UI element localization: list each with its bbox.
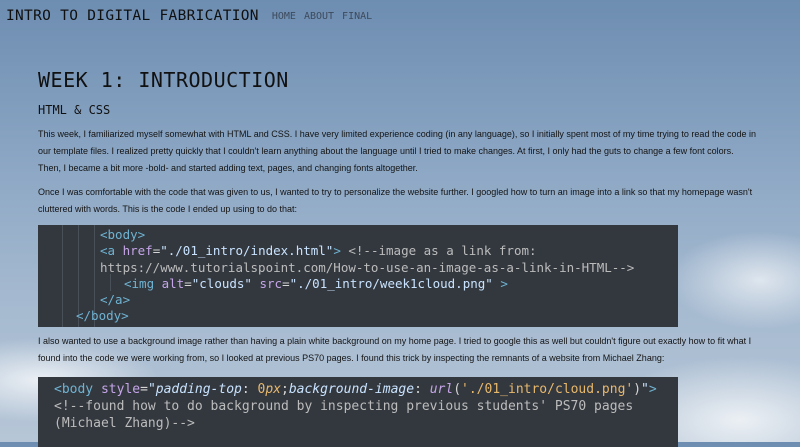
nav-link-final[interactable]: FINAL xyxy=(342,11,372,22)
code-line: <body> xyxy=(38,227,678,243)
nav-link-about[interactable]: ABOUT xyxy=(304,11,334,22)
code-token: background-image xyxy=(288,382,415,397)
code-token: = xyxy=(140,382,148,397)
code-comment: https://www.tutorialspoint.com/How-to-us… xyxy=(100,259,635,275)
code-token: " xyxy=(641,382,649,397)
code-token: <a xyxy=(100,243,116,259)
code-token: url xyxy=(429,382,454,397)
code-token: "clouds" xyxy=(191,275,252,291)
code-token: <body xyxy=(54,382,94,397)
code-token: px xyxy=(265,382,281,397)
code-comment: <!--image as a link from: xyxy=(340,243,537,259)
code-line: </a> xyxy=(38,292,678,308)
code-token: = xyxy=(282,275,290,291)
code-token: > xyxy=(492,275,508,291)
code-line: <!--found how to do background by inspec… xyxy=(54,398,678,415)
code-token: </a> xyxy=(100,292,131,308)
code-token: "./01_intro/index.html" xyxy=(160,243,334,259)
section-heading: HTML & CSS xyxy=(38,103,111,117)
site-title[interactable]: INTRO TO DIGITAL FABRICATION xyxy=(6,8,259,24)
paragraph-intro: This week, I familiarized myself somewha… xyxy=(38,129,756,173)
paragraph-image-link: Once I was comfortable with the code tha… xyxy=(38,187,753,214)
code-token: : xyxy=(241,382,258,397)
page-title: WEEK 1: INTRODUCTION xyxy=(38,68,289,92)
paragraph-background: I also wanted to use a background image … xyxy=(38,336,752,363)
code-token: "./01_intro/week1cloud.png" xyxy=(289,275,493,291)
code-token: ; xyxy=(281,382,289,397)
code-token: </body> xyxy=(76,308,129,324)
code-token: > xyxy=(648,382,657,397)
code-line: </body> xyxy=(38,308,678,324)
top-navigation-bar: INTRO TO DIGITAL FABRICATION HOME ABOUT … xyxy=(0,0,800,32)
code-token: = xyxy=(184,275,192,291)
code-line: <img alt="clouds" src="./01_intro/week1c… xyxy=(38,276,678,292)
code-token: <body> xyxy=(100,227,146,242)
code-block-image-link: <body> <a href="./01_intro/index.html"> … xyxy=(38,225,678,327)
code-line: <body style="padding-top: 0px;background… xyxy=(54,381,678,398)
code-block-background: <body style="padding-top: 0px;background… xyxy=(38,377,678,447)
code-token: style xyxy=(93,382,141,397)
nav-link-home[interactable]: HOME xyxy=(272,11,296,22)
code-token: ( xyxy=(453,382,462,397)
code-token: alt xyxy=(154,275,185,291)
code-token: src xyxy=(251,275,283,291)
code-token: ) xyxy=(633,382,642,397)
code-line: (Michael Zhang)--> xyxy=(54,415,678,432)
code-token: " xyxy=(147,382,156,397)
code-line: <a href="./01_intro/index.html"> <!--ima… xyxy=(38,243,678,259)
code-comment: (Michael Zhang)--> xyxy=(54,416,195,431)
main-content: WEEK 1: INTRODUCTION HTML & CSS This wee… xyxy=(38,68,758,447)
code-token: : xyxy=(414,382,430,397)
code-token: './01_intro/cloud.png' xyxy=(461,382,634,397)
code-token: padding-top xyxy=(155,382,242,397)
code-token: href xyxy=(115,243,153,259)
code-token: <img xyxy=(124,275,155,291)
code-comment: <!--found how to do background by inspec… xyxy=(54,399,634,414)
code-line: https://www.tutorialspoint.com/How-to-us… xyxy=(38,260,678,276)
code-token: > xyxy=(333,243,341,259)
